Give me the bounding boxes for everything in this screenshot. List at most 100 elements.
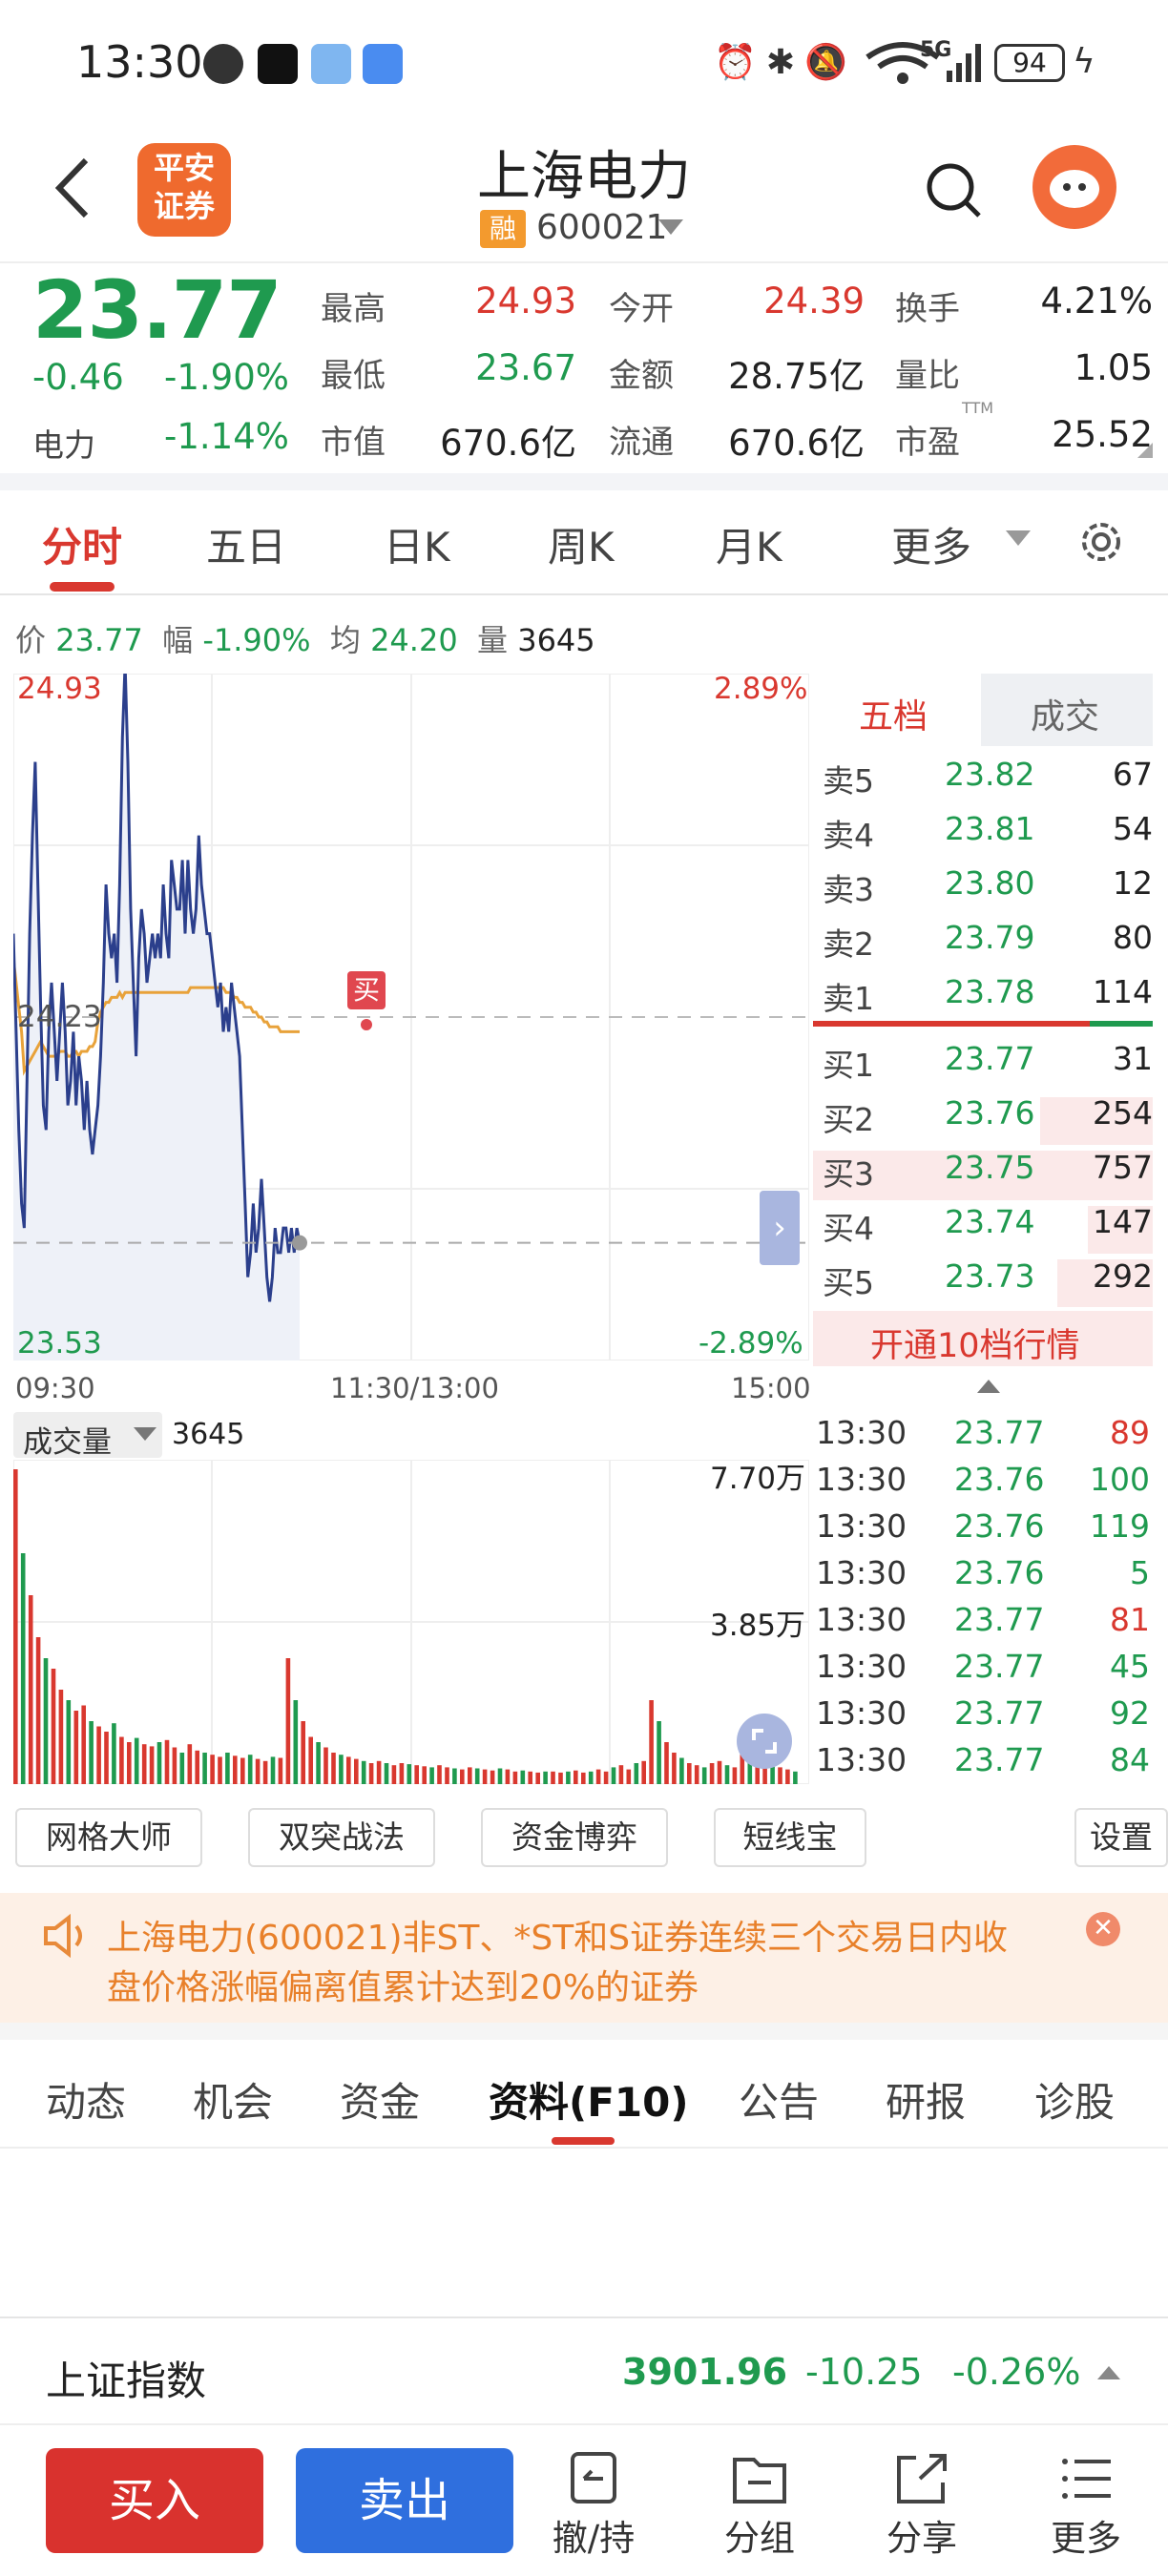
volume-bar xyxy=(445,1767,449,1784)
volume-bar xyxy=(679,1757,684,1784)
tab-trades-label: 成交 xyxy=(1031,697,1100,737)
tab-more[interactable]: 更多 xyxy=(891,515,971,573)
tab-weekly-k[interactable]: 周K xyxy=(548,515,615,573)
volume-bar xyxy=(354,1758,359,1784)
tab-news[interactable]: 动态 xyxy=(46,2070,126,2129)
stat-label: 最低 xyxy=(321,357,386,395)
volume-bar xyxy=(134,1737,139,1784)
info-price-label: 价 xyxy=(15,622,47,658)
cancel-hold-icon[interactable] xyxy=(559,2450,628,2507)
ask-price: 23.79 xyxy=(945,919,1035,956)
tab-5day[interactable]: 五日 xyxy=(206,515,286,573)
tab-funds[interactable]: 资金 xyxy=(340,2070,420,2129)
volume-bar xyxy=(657,1721,661,1784)
tab-f10[interactable]: 资料(F10) xyxy=(489,2070,689,2129)
fullscreen-icon[interactable] xyxy=(737,1714,792,1769)
volume-bar xyxy=(414,1765,419,1784)
index-value: 3901.96 xyxy=(622,2351,788,2393)
volume-bar xyxy=(172,1747,177,1784)
share-icon[interactable] xyxy=(887,2450,956,2507)
stock-code[interactable]: 600021 xyxy=(536,208,667,247)
ask-label: 卖4 xyxy=(823,817,874,854)
volume-bar xyxy=(422,1766,427,1784)
chevron-down-icon[interactable] xyxy=(658,219,683,237)
tick-price: 23.76 xyxy=(954,1507,1045,1545)
volume-bar xyxy=(179,1753,185,1784)
upgrade-depth-button[interactable]: 开通10档行情 xyxy=(813,1311,1153,1366)
bid-row[interactable]: 买5 23.73 292 xyxy=(823,1250,1153,1304)
risk-notice: 上海电力(600021)非ST、*ST和S证券连续三个交易日内收 盘价格涨幅偏离… xyxy=(0,1893,1168,2023)
avatar[interactable] xyxy=(1032,145,1116,229)
stat-value: 670.6亿 xyxy=(440,423,576,464)
tab-announcements[interactable]: 公告 xyxy=(739,2070,819,2129)
tab-diagnosis[interactable]: 诊股 xyxy=(1034,2070,1115,2129)
ask-row[interactable]: 卖3 23.80 12 xyxy=(823,857,1153,911)
tool-settings[interactable]: 设置 xyxy=(1074,1808,1168,1867)
tool-grid-master[interactable]: 网格大师 xyxy=(15,1808,202,1867)
tab-monthly-k[interactable]: 月K xyxy=(716,515,782,573)
bid-row[interactable]: 买1 23.77 31 xyxy=(823,1032,1153,1087)
volume-bar xyxy=(778,1767,782,1784)
intraday-price-chart[interactable] xyxy=(13,674,809,1361)
buy-marker[interactable]: 买 xyxy=(347,971,386,1009)
bottom-share[interactable]: 分享 xyxy=(874,2509,970,2561)
tab-intraday[interactable]: 分时 xyxy=(42,515,122,573)
folder-icon[interactable] xyxy=(725,2450,794,2507)
bid-vol: 147 xyxy=(1093,1203,1153,1240)
bottom-more[interactable]: 更多 xyxy=(1038,2509,1134,2561)
tool-double-breakout[interactable]: 双突战法 xyxy=(248,1808,435,1867)
index-bar[interactable]: 上证指数 3901.96 -10.25 -0.26% xyxy=(0,2318,1168,2423)
bottom-cancel-hold[interactable]: 撤/持 xyxy=(546,2509,641,2561)
tab-opportunity[interactable]: 机会 xyxy=(193,2070,273,2129)
tick-row: 13:30 23.77 89 xyxy=(816,1412,1150,1459)
bid-row[interactable]: 买4 23.74 147 xyxy=(823,1195,1153,1250)
bid-row[interactable]: 买2 23.76 254 xyxy=(823,1087,1153,1141)
volume-bar xyxy=(701,1767,707,1784)
tick-vol: 81 xyxy=(1110,1601,1150,1638)
close-icon[interactable]: ✕ xyxy=(1086,1912,1120,1946)
gear-icon[interactable] xyxy=(1076,517,1126,567)
volume-bar xyxy=(551,1771,555,1784)
search-icon[interactable] xyxy=(926,162,983,219)
buy-button[interactable]: 买入 xyxy=(46,2448,263,2553)
volume-selector[interactable]: 成交量 xyxy=(13,1412,162,1460)
chevron-up-icon[interactable] xyxy=(977,1380,1000,1393)
bottom-group[interactable]: 分组 xyxy=(712,2509,807,2561)
ask-row[interactable]: 卖2 23.79 80 xyxy=(823,911,1153,966)
expand-panel-icon[interactable]: › xyxy=(760,1191,800,1265)
ask-row[interactable]: 卖1 23.78 114 xyxy=(823,966,1153,1020)
weather-icon xyxy=(311,44,351,84)
menu-icon[interactable] xyxy=(1052,2450,1120,2507)
tab-order-book[interactable]: 五档 xyxy=(813,674,981,746)
tool-short-term[interactable]: 短线宝 xyxy=(714,1808,866,1867)
section-gap xyxy=(0,2023,1168,2040)
bid-vol: 292 xyxy=(1093,1257,1153,1295)
volume-bar xyxy=(346,1756,351,1784)
ask-row[interactable]: 卖5 23.82 67 xyxy=(823,748,1153,802)
volume-bar xyxy=(308,1736,313,1784)
volume-bar xyxy=(611,1767,616,1784)
signal-icon xyxy=(947,42,981,82)
stat-value: 25.52 xyxy=(1052,414,1153,455)
battery-icon: 94 xyxy=(994,44,1065,82)
tab-research[interactable]: 研报 xyxy=(886,2070,966,2129)
tool-fund-game[interactable]: 资金博弈 xyxy=(481,1808,668,1867)
chevron-up-icon[interactable] xyxy=(1097,2366,1120,2379)
tab-trades[interactable]: 成交 xyxy=(981,674,1153,746)
chevron-down-icon[interactable] xyxy=(1006,530,1031,548)
chart-low-pct: -2.89% xyxy=(699,1326,803,1361)
tab-daily-k[interactable]: 日K xyxy=(384,515,450,573)
volume-bar xyxy=(141,1744,147,1784)
volume-bar xyxy=(262,1760,268,1784)
tick-time: 13:30 xyxy=(816,1694,907,1732)
bid-row[interactable]: 买3 23.75 757 xyxy=(823,1141,1153,1195)
volume-bar xyxy=(28,1595,33,1784)
ask-row[interactable]: 卖4 23.81 54 xyxy=(823,802,1153,857)
volume-bar xyxy=(96,1726,101,1784)
volume-bar xyxy=(156,1742,162,1784)
volume-bar xyxy=(293,1700,299,1784)
bid-price: 23.74 xyxy=(945,1203,1035,1240)
corner-expand-icon[interactable] xyxy=(1137,443,1153,458)
sell-button[interactable]: 卖出 xyxy=(296,2448,513,2553)
index-name: 上证指数 xyxy=(46,2358,207,2404)
